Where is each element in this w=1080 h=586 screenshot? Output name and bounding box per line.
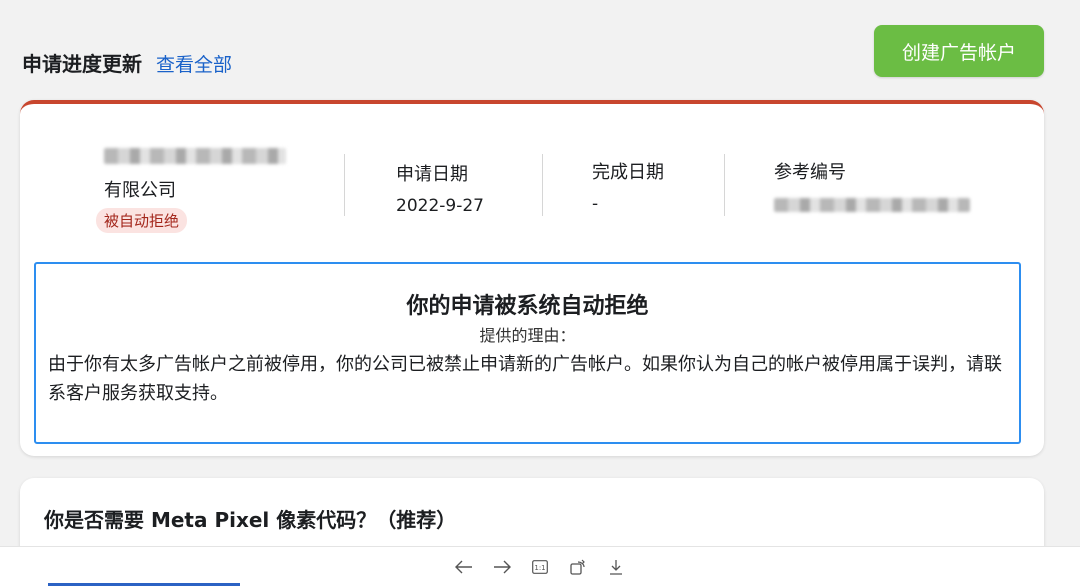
status-badge: 被自动拒绝 bbox=[96, 208, 188, 233]
redacted-company-name bbox=[104, 148, 286, 164]
application-card: 有限公司 被自动拒绝 申请日期 2022-9-27 完成日期 - 参考编号 你的… bbox=[20, 100, 1044, 456]
pixel-card-title: 你是否需要 Meta Pixel 像素代码？（推荐） bbox=[44, 508, 457, 532]
actual-size-icon[interactable]: 1:1 bbox=[521, 552, 559, 582]
complete-date-value: - bbox=[592, 194, 599, 214]
reference-column: 参考编号 bbox=[774, 158, 970, 212]
column-divider bbox=[542, 154, 543, 216]
notice-subtitle: 提供的理由： bbox=[479, 326, 576, 345]
rejection-notice: 你的申请被系统自动拒绝 提供的理由： 由于你有太多广告帐户之前被停用，你的公司已… bbox=[34, 262, 1021, 444]
redacted-reference-number bbox=[774, 198, 970, 212]
complete-date-label: 完成日期 bbox=[592, 162, 664, 183]
view-all-link[interactable]: 查看全部 bbox=[156, 50, 232, 77]
arrow-right-icon[interactable] bbox=[483, 552, 521, 582]
complete-date-column: 完成日期 - bbox=[592, 158, 664, 214]
download-icon[interactable] bbox=[597, 552, 635, 582]
company-name-suffix: 有限公司 bbox=[104, 180, 176, 201]
column-divider bbox=[344, 154, 345, 216]
rotate-icon[interactable] bbox=[559, 552, 597, 582]
company-column: 有限公司 被自动拒绝 bbox=[96, 148, 286, 233]
column-divider bbox=[724, 154, 725, 216]
reference-label: 参考编号 bbox=[774, 162, 846, 183]
create-ad-account-button[interactable]: 创建广告帐户 bbox=[874, 25, 1044, 77]
notice-title: 你的申请被系统自动拒绝 bbox=[406, 294, 649, 319]
apply-date-column: 申请日期 2022-9-27 bbox=[396, 160, 484, 216]
page-header: 申请进度更新 查看全部 bbox=[22, 48, 232, 77]
notice-body: 由于你有太多广告帐户之前被停用，你的公司已被禁止申请新的广告帐户。如果你认为自己… bbox=[48, 354, 1002, 404]
image-viewer-toolbar: 1:1 bbox=[0, 546, 1080, 586]
apply-date-label: 申请日期 bbox=[396, 164, 468, 185]
page-title: 申请进度更新 bbox=[22, 52, 142, 76]
arrow-left-icon[interactable] bbox=[445, 552, 483, 582]
apply-date-value: 2022-9-27 bbox=[396, 196, 484, 216]
svg-text:1:1: 1:1 bbox=[534, 564, 545, 572]
